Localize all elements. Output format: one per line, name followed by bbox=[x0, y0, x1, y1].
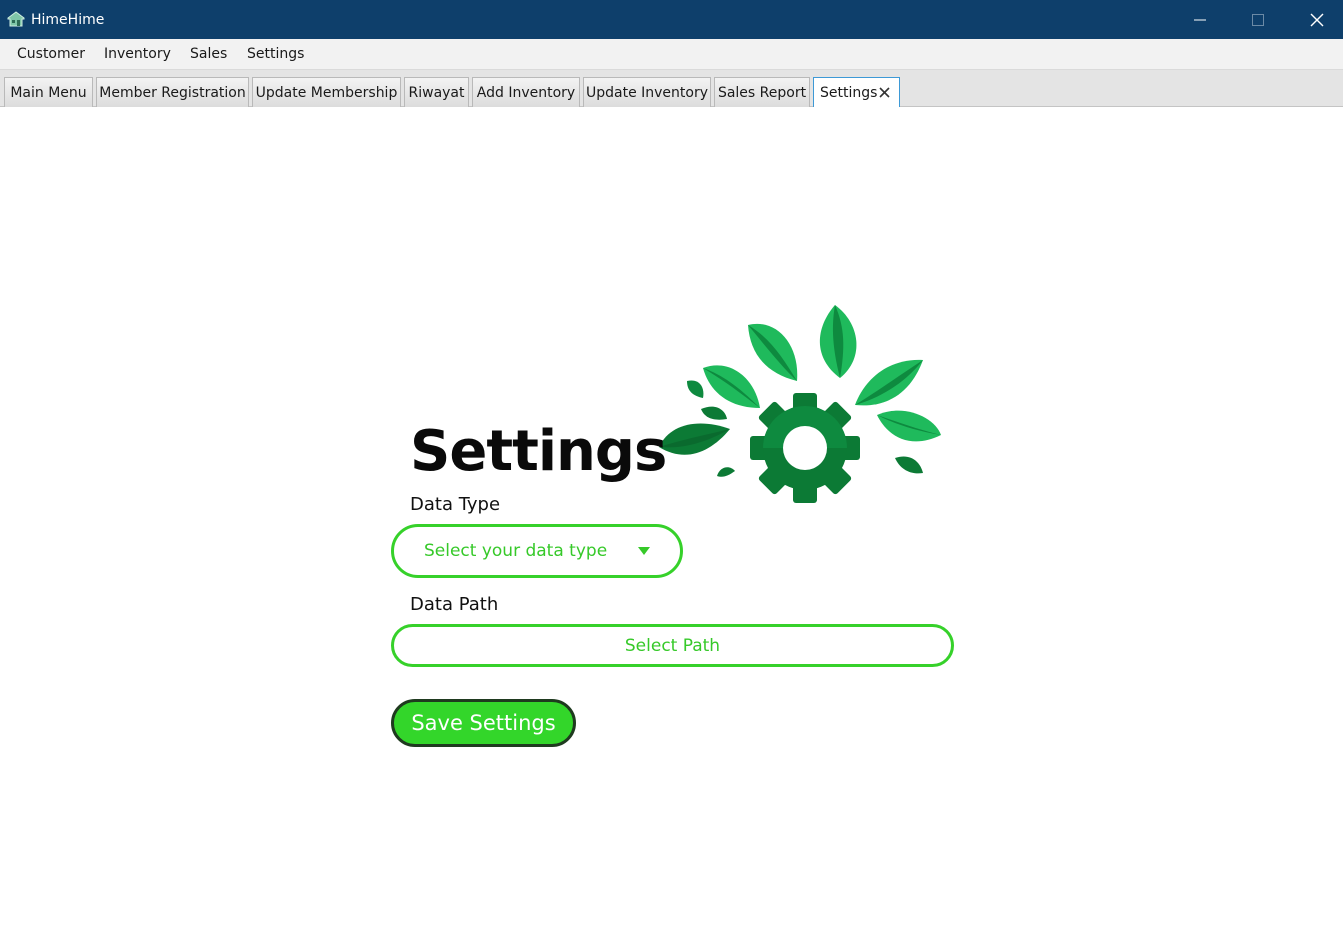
data-type-select[interactable]: Select your data type bbox=[391, 524, 683, 578]
close-button[interactable] bbox=[1288, 0, 1343, 39]
tab-close-icon[interactable] bbox=[878, 86, 891, 99]
page-title: Settings bbox=[410, 419, 667, 484]
tab-update-membership[interactable]: Update Membership bbox=[252, 77, 401, 107]
tab-member-registration[interactable]: Member Registration bbox=[96, 77, 249, 107]
settings-panel: Settings Data Type Select your data type… bbox=[0, 107, 1343, 928]
data-type-label: Data Type bbox=[410, 494, 501, 515]
minimize-icon bbox=[1194, 19, 1206, 20]
tab-label: Settings bbox=[820, 84, 878, 101]
tab-label: Member Registration bbox=[99, 84, 246, 101]
close-icon bbox=[1310, 13, 1324, 26]
save-settings-label: Save Settings bbox=[411, 711, 556, 735]
tab-settings[interactable]: Settings bbox=[813, 77, 900, 107]
house-app-icon bbox=[7, 11, 25, 27]
chevron-down-icon bbox=[638, 547, 650, 555]
menu-inventory[interactable]: Inventory bbox=[104, 46, 171, 62]
minimize-button[interactable] bbox=[1171, 0, 1229, 39]
tab-label: Riwayat bbox=[408, 84, 465, 101]
tab-main-menu[interactable]: Main Menu bbox=[4, 77, 93, 107]
title-bar[interactable]: HimeHime bbox=[0, 0, 1343, 39]
menu-sales[interactable]: Sales bbox=[190, 46, 227, 62]
tab-label: Add Inventory bbox=[476, 84, 576, 101]
tab-sales-report[interactable]: Sales Report bbox=[714, 77, 810, 107]
menu-settings[interactable]: Settings bbox=[247, 46, 304, 62]
tab-update-inventory[interactable]: Update Inventory bbox=[583, 77, 711, 107]
tab-label: Update Inventory bbox=[585, 84, 709, 101]
tab-label: Update Membership bbox=[255, 84, 398, 101]
save-settings-button[interactable]: Save Settings bbox=[391, 699, 576, 747]
data-type-placeholder: Select your data type bbox=[424, 541, 608, 561]
tab-label: Sales Report bbox=[717, 84, 807, 101]
tab-riwayat[interactable]: Riwayat bbox=[404, 77, 469, 107]
leaf-gear-logo bbox=[659, 305, 941, 503]
menu-bar: Customer Inventory Sales Settings bbox=[0, 39, 1343, 70]
select-path-label: Select Path bbox=[624, 635, 721, 656]
tab-label: Main Menu bbox=[10, 84, 87, 101]
window-title: HimeHime bbox=[31, 12, 105, 28]
select-path-button[interactable]: Select Path bbox=[391, 624, 954, 667]
menu-customer[interactable]: Customer bbox=[17, 46, 85, 62]
app-window: HimeHime Customer Inventory Sales Settin… bbox=[0, 0, 1343, 928]
data-path-label: Data Path bbox=[410, 594, 499, 615]
tab-add-inventory[interactable]: Add Inventory bbox=[472, 77, 580, 107]
maximize-icon bbox=[1252, 13, 1264, 26]
maximize-button[interactable] bbox=[1229, 0, 1287, 39]
tab-bar: Main Menu Member Registration Update Mem… bbox=[0, 70, 1343, 107]
